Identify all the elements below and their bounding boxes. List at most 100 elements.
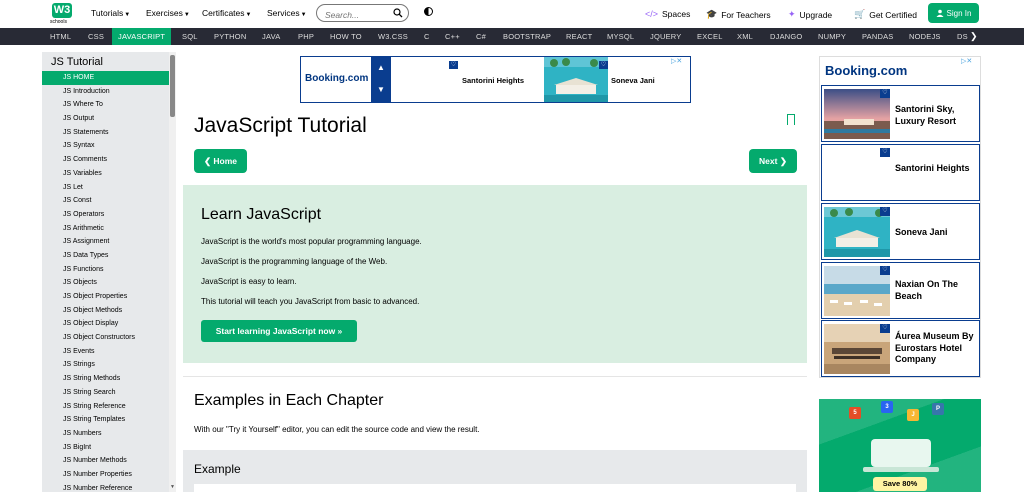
sidebar-item-js-objects[interactable]: JS Objects <box>42 276 176 290</box>
nav-java[interactable]: JAVA <box>262 28 280 45</box>
sidebar-item-js-object-methods[interactable]: JS Object Methods <box>42 304 176 318</box>
menu-certificates[interactable]: Certificates▼ <box>202 8 251 18</box>
search-icon[interactable] <box>393 8 403 18</box>
heart-icon[interactable]: ♡ <box>880 148 890 157</box>
nav-mysql[interactable]: MYSQL <box>607 28 634 45</box>
sidebar-item-js-string-search[interactable]: JS String Search <box>42 386 176 400</box>
sidebar-item-js-comments[interactable]: JS Comments <box>42 153 176 167</box>
sidebar-item-js-events[interactable]: JS Events <box>42 345 176 359</box>
hotel-card[interactable]: ♡ Santorini Heights <box>821 144 980 201</box>
sidebar-item-js-object-display[interactable]: JS Object Display <box>42 317 176 331</box>
heart-icon[interactable]: ♡ <box>449 61 458 69</box>
for-teachers-link[interactable]: 🎓 For Teachers <box>706 9 771 20</box>
hotel-name: Santorini Heights <box>895 163 970 173</box>
menu-exercises[interactable]: Exercises▼ <box>146 8 190 18</box>
nav-nodejs[interactable]: NODEJS <box>909 28 941 45</box>
scroll-down-arrow-icon[interactable]: ▼ <box>170 484 175 490</box>
nav-php[interactable]: PHP <box>298 28 314 45</box>
hotel-card[interactable]: ♡ Santorini Sky, Luxury Resort <box>821 85 980 142</box>
sidebar-item-js-object-properties[interactable]: JS Object Properties <box>42 290 176 304</box>
heart-icon[interactable]: ♡ <box>880 324 890 333</box>
hotel-card[interactable]: ♡ Áurea Museum By Eurostars Hotel Compan… <box>821 320 980 377</box>
next-button[interactable]: Next ❯ <box>749 149 797 173</box>
contrast-toggle-icon[interactable] <box>424 7 433 16</box>
sign-in-button[interactable]: Sign In <box>928 3 979 23</box>
adchoices-icon[interactable]: ▷✕ <box>961 57 972 65</box>
sidebar-item-js-number-reference[interactable]: JS Number Reference <box>42 482 176 492</box>
nav-numpy[interactable]: NUMPY <box>818 28 846 45</box>
right-ad-banner[interactable]: Booking.com ▷✕ ♡ Santorini Sky, Luxury R… <box>819 56 981 378</box>
bookmark-icon[interactable] <box>787 114 795 125</box>
nav-html[interactable]: HTML <box>50 28 71 45</box>
sidebar-item-js-functions[interactable]: JS Functions <box>42 263 176 277</box>
menu-tutorials[interactable]: Tutorials▼ <box>91 8 130 18</box>
sidebar-item-js-string-templates[interactable]: JS String Templates <box>42 413 176 427</box>
hotel-card[interactable]: ♡ Naxian On The Beach <box>821 262 980 319</box>
nav-excel[interactable]: EXCEL <box>697 28 723 45</box>
arrow-down-icon[interactable]: ▼ <box>371 79 391 101</box>
sidebar-item-js-data-types[interactable]: JS Data Types <box>42 249 176 263</box>
sidebar-item-js-home[interactable]: JS HOME <box>42 71 169 85</box>
sidebar-item-js-operators[interactable]: JS Operators <box>42 208 176 222</box>
heart-icon[interactable]: ♡ <box>599 61 608 69</box>
sidebar-item-js-assignment[interactable]: JS Assignment <box>42 235 176 249</box>
sidebar-scrollbar-thumb[interactable] <box>170 55 175 117</box>
spaces-link[interactable]: </> Spaces <box>645 9 690 19</box>
sidebar-item-js-introduction[interactable]: JS Introduction <box>42 85 176 99</box>
sidebar-item-js-arithmetic[interactable]: JS Arithmetic <box>42 222 176 236</box>
nav-css[interactable]: CSS <box>88 28 104 45</box>
sidebar-scrollbar[interactable]: ▼ <box>169 52 176 492</box>
sidebar-item-js-strings[interactable]: JS Strings <box>42 358 176 372</box>
nav-scroll-right-icon[interactable]: ❯ <box>970 28 978 45</box>
sidebar-item-js-syntax[interactable]: JS Syntax <box>42 139 176 153</box>
sidebar-item-js-string-reference[interactable]: JS String Reference <box>42 400 176 414</box>
top-ad-banner[interactable]: Booking.com ▲ ▼ ♡ Santorini Heights ♡ So… <box>300 56 691 103</box>
hotel-name: Áurea Museum By Eurostars Hotel Company <box>895 331 974 364</box>
search-box[interactable] <box>316 4 409 23</box>
w3schools-logo[interactable]: W3 schools <box>50 3 76 25</box>
heart-icon[interactable]: ♡ <box>880 266 890 275</box>
nav-django[interactable]: DJANGO <box>770 28 802 45</box>
heart-icon[interactable]: ♡ <box>880 89 890 98</box>
nav-ds[interactable]: DS <box>957 28 968 45</box>
promo-ad[interactable]: 5 3 J P Save 80% <box>819 399 981 492</box>
nav-sql[interactable]: SQL <box>182 28 198 45</box>
sidebar-item-js-statements[interactable]: JS Statements <box>42 126 176 140</box>
ad-carousel-arrows[interactable]: ▲ ▼ <box>371 57 391 102</box>
upgrade-link[interactable]: ✦ Upgrade <box>788 9 832 20</box>
nav-c[interactable]: C <box>424 28 430 45</box>
nav-xml[interactable]: XML <box>737 28 753 45</box>
nav-javascript[interactable]: JAVASCRIPT <box>112 28 172 45</box>
get-certified-link[interactable]: 🛒 Get Certified <box>854 9 917 20</box>
sidebar-item-js-string-methods[interactable]: JS String Methods <box>42 372 176 386</box>
sidebar-item-js-let[interactable]: JS Let <box>42 181 176 195</box>
sidebar-item-js-number-methods[interactable]: JS Number Methods <box>42 454 176 468</box>
home-button[interactable]: ❮ Home <box>194 149 247 173</box>
page-title: JavaScript Tutorial <box>194 114 367 137</box>
start-learning-button[interactable]: Start learning JavaScript now » <box>201 320 357 342</box>
nav-python[interactable]: PYTHON <box>214 28 246 45</box>
nav-w3css[interactable]: W3.CSS <box>378 28 408 45</box>
sidebar-item-js-where-to[interactable]: JS Where To <box>42 98 176 112</box>
sidebar-item-js-number-properties[interactable]: JS Number Properties <box>42 468 176 482</box>
nav-react[interactable]: REACT <box>566 28 592 45</box>
sidebar-item-js-bigint[interactable]: JS BigInt <box>42 441 176 455</box>
sidebar-item-js-variables[interactable]: JS Variables <box>42 167 176 181</box>
nav-howto[interactable]: HOW TO <box>330 28 362 45</box>
nav-bootstrap[interactable]: BOOTSTRAP <box>503 28 551 45</box>
sidebar-item-js-const[interactable]: JS Const <box>42 194 176 208</box>
menu-services[interactable]: Services▼ <box>267 8 307 18</box>
heart-icon[interactable]: ♡ <box>880 207 890 216</box>
nav-jquery[interactable]: JQUERY <box>650 28 682 45</box>
hotel-card[interactable]: ♡ Soneva Jani <box>821 203 980 260</box>
nav-cpp[interactable]: C++ <box>445 28 460 45</box>
adchoices-icon[interactable]: ▷✕ <box>671 57 682 65</box>
nav-csharp[interactable]: C# <box>476 28 486 45</box>
search-input[interactable] <box>317 7 392 23</box>
sidebar-item-js-numbers[interactable]: JS Numbers <box>42 427 176 441</box>
sidebar-item-js-object-constructors[interactable]: JS Object Constructors <box>42 331 176 345</box>
sidebar: JS Tutorial JS HOME JS Introduction JS Whe… <box>42 52 176 492</box>
arrow-up-icon[interactable]: ▲ <box>371 57 391 79</box>
nav-pandas[interactable]: PANDAS <box>862 28 894 45</box>
sidebar-item-js-output[interactable]: JS Output <box>42 112 176 126</box>
